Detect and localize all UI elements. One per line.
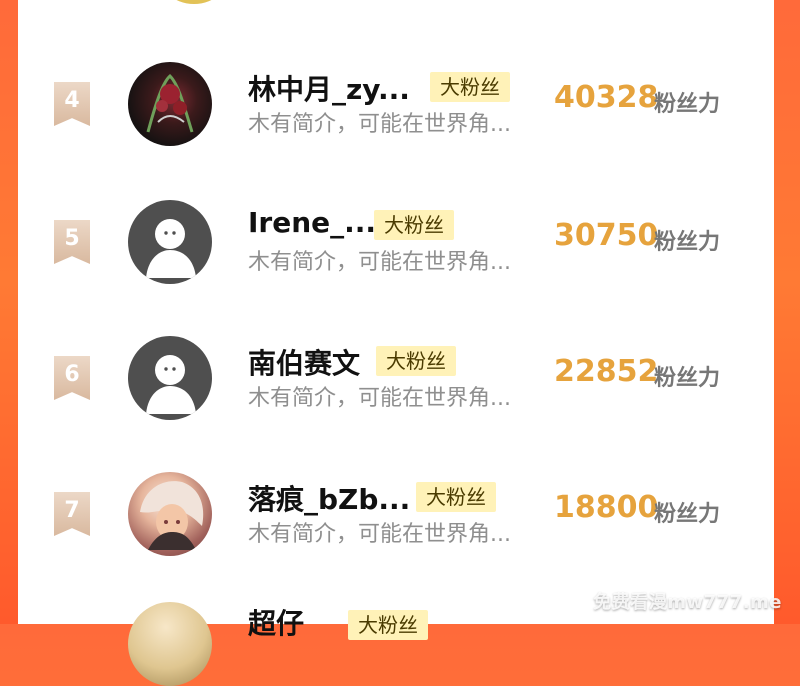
fan-level-badge: 大粉丝 — [376, 346, 456, 376]
default-avatar-icon — [146, 219, 196, 278]
user-name[interactable]: Irene_... — [248, 206, 376, 239]
user-avatar[interactable] — [128, 200, 212, 284]
watermark-text: 免费看漫mw777.me — [593, 592, 782, 613]
rank-badge: 5 — [54, 220, 90, 264]
fan-power-value: 18800 — [554, 490, 659, 525]
avatar-art-icon — [146, 73, 194, 133]
fan-power-label: 粉丝力 — [654, 92, 721, 117]
fan-level-badge: 大粉丝 — [430, 72, 510, 102]
user-description: 木有简介，可能在世界角... — [248, 522, 511, 547]
rank-number: 7 — [64, 498, 80, 523]
user-description: 木有简介，可能在世界角... — [248, 250, 511, 275]
ranking-row[interactable]: 6 南伯赛文 大粉丝 木有简介，可能在世界角... 22852 粉丝力 — [18, 330, 774, 450]
default-avatar-icon — [146, 355, 196, 414]
fan-power-label: 粉丝力 — [654, 230, 721, 255]
rank-badge: 7 — [54, 492, 90, 536]
fan-power-value: 22852 — [554, 354, 659, 389]
fan-power-label: 粉丝力 — [654, 366, 721, 391]
rank-badge: 4 — [54, 82, 90, 126]
rank-badge: 6 — [54, 356, 90, 400]
user-name[interactable]: 落痕_bZb... — [248, 478, 410, 518]
fan-power-value: 40328 — [554, 80, 659, 115]
fan-power-value: 30750 — [554, 218, 659, 253]
user-avatar[interactable] — [128, 602, 212, 686]
user-avatar[interactable] — [128, 62, 212, 146]
previous-user-avatar[interactable] — [154, 0, 234, 4]
fan-level-badge: 大粉丝 — [348, 610, 428, 640]
user-name[interactable]: 超仔 — [248, 602, 304, 642]
user-name[interactable]: 林中月_zy... — [248, 68, 410, 108]
ranking-row[interactable]: 5 Irene_... 大粉丝 木有简介，可能在世界角... 30750 粉丝力 — [18, 194, 774, 314]
fan-level-badge: 大粉丝 — [416, 482, 496, 512]
user-name[interactable]: 南伯赛文 — [248, 342, 360, 382]
ranking-panel: 4 林中月_zy... 大粉丝 木有简介，可能在世界角... 40328 粉丝力… — [18, 0, 774, 686]
rank-number: 6 — [64, 362, 80, 387]
rank-number: 5 — [64, 226, 80, 251]
ranking-row[interactable]: 4 林中月_zy... 大粉丝 木有简介，可能在世界角... 40328 粉丝力 — [18, 56, 774, 176]
user-avatar[interactable] — [128, 336, 212, 420]
user-description: 木有简介，可能在世界角... — [248, 112, 511, 137]
rank-number: 4 — [64, 88, 80, 113]
fan-level-badge: 大粉丝 — [374, 210, 454, 240]
user-avatar[interactable] — [128, 472, 212, 556]
fan-power-label: 粉丝力 — [654, 502, 721, 527]
avatar-art-icon — [140, 481, 204, 550]
ranking-row[interactable]: 7 落痕_bZb... 大粉丝 木有简介，可能在世界角... 18800 粉丝力 — [18, 466, 774, 586]
user-description: 木有简介，可能在世界角... — [248, 386, 511, 411]
